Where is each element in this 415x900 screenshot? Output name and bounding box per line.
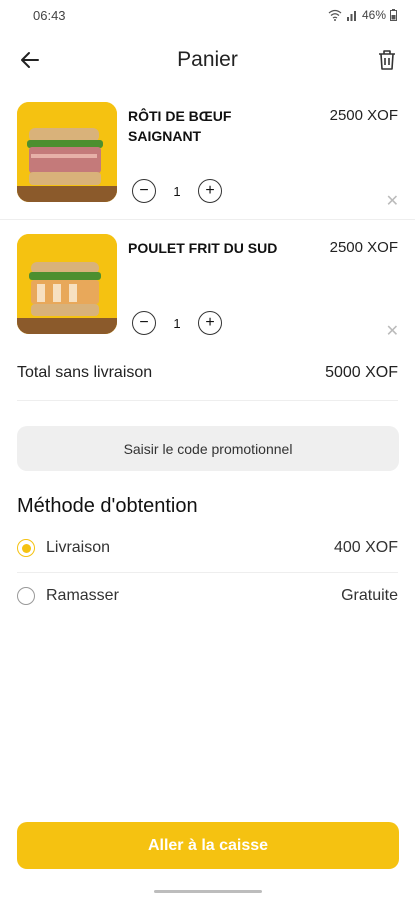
pickup-label: Ramasser <box>46 587 119 604</box>
status-time: 06:43 <box>33 8 66 23</box>
remove-item-button[interactable]: ✕ <box>386 191 399 211</box>
status-icons: 46% <box>328 8 397 22</box>
increase-quantity-button[interactable]: + <box>198 179 222 203</box>
page-title: Panier <box>177 48 238 71</box>
cart-item: POULET FRIT DU SUD 2500 XOF − 1 + ✕ <box>0 233 415 345</box>
pickup-option[interactable]: Ramasser Gratuite <box>17 572 398 620</box>
product-name: POULET FRIT DU SUD <box>128 240 278 256</box>
checkout-button[interactable]: Aller à la caisse <box>17 822 399 869</box>
delivery-radio[interactable] <box>17 539 35 557</box>
promo-code-button[interactable]: Saisir le code promotionnel <box>17 426 399 471</box>
quantity-stepper: − 1 + <box>132 179 222 203</box>
delivery-option[interactable]: Livraison 400 XOF <box>17 524 398 573</box>
trash-icon <box>379 50 395 70</box>
pickup-radio[interactable] <box>17 587 35 605</box>
cart-item: RÔTI DE BŒUF SAIGNANT 2500 XOF − 1 + ✕ <box>0 101 415 220</box>
fulfillment-method-title: Méthode d'obtention <box>17 495 198 517</box>
signal-icon <box>346 11 356 21</box>
quantity-value: 1 <box>173 315 181 331</box>
app-header: Panier <box>0 40 415 80</box>
delivery-label: Livraison <box>46 539 111 556</box>
product-image <box>17 234 117 334</box>
battery-icon <box>390 9 397 21</box>
product-price: 2500 XOF <box>329 239 398 256</box>
wifi-icon <box>328 9 342 21</box>
clear-cart-button[interactable] <box>373 46 401 74</box>
status-bar: 06:43 46% <box>0 0 415 34</box>
subtotal-label: Total sans livraison <box>17 364 153 381</box>
decrease-quantity-button[interactable]: − <box>132 311 156 335</box>
pickup-price: Gratuite <box>341 587 398 604</box>
delivery-price: 400 XOF <box>333 539 398 556</box>
quantity-stepper: − 1 + <box>132 311 222 335</box>
product-price: 2500 XOF <box>329 107 398 124</box>
product-image <box>17 102 117 202</box>
battery-level: 46% <box>361 8 386 22</box>
product-name: RÔTI DE BŒUF SAIGNANT <box>128 108 232 144</box>
remove-item-button[interactable]: ✕ <box>386 321 399 341</box>
quantity-value: 1 <box>173 183 181 199</box>
sandwich-image <box>17 102 117 202</box>
sandwich-image <box>17 234 117 334</box>
subtotal-value: 5000 XOF <box>325 364 398 381</box>
increase-quantity-button[interactable]: + <box>198 311 222 335</box>
home-indicator[interactable] <box>154 890 262 893</box>
subtotal-row: Total sans livraison 5000 XOF <box>17 364 398 401</box>
decrease-quantity-button[interactable]: − <box>132 179 156 203</box>
